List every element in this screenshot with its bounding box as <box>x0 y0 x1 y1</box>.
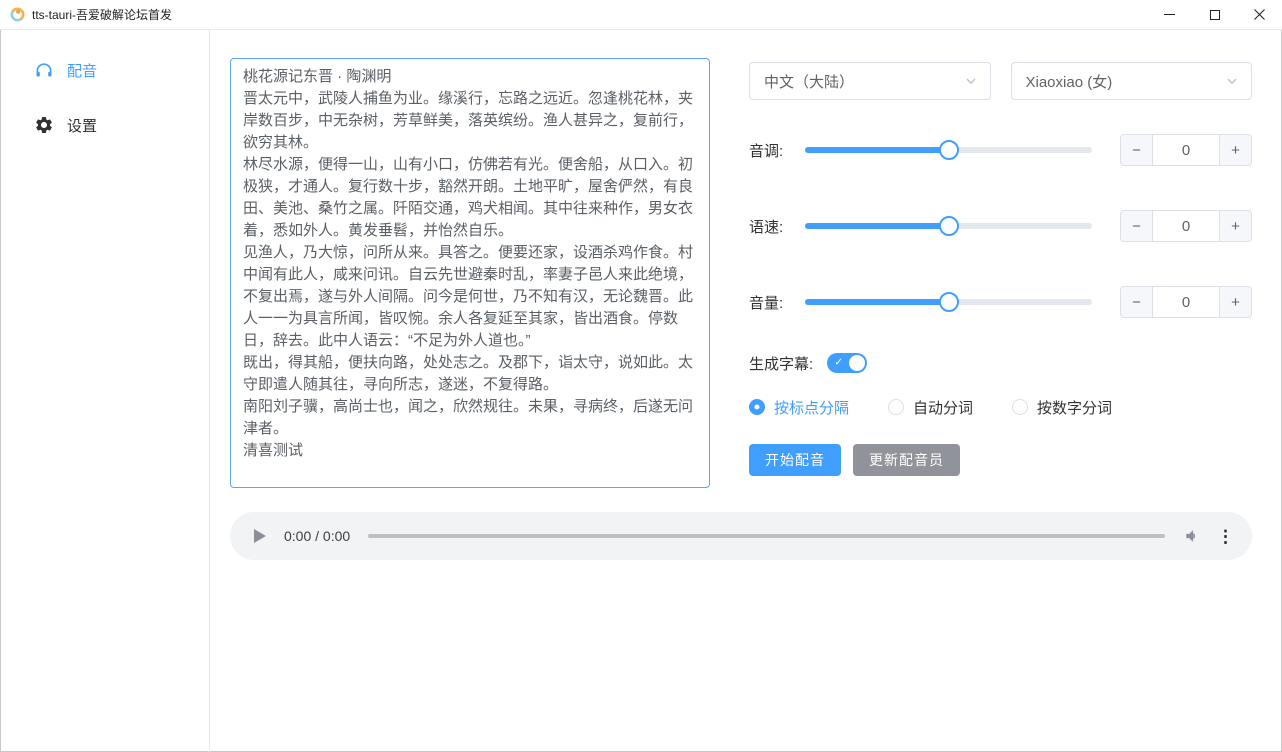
voice-controls: 中文（大陆） Xiaoxiao (女) <box>749 58 1252 488</box>
app-icon <box>10 7 25 22</box>
slider-handle[interactable] <box>939 140 959 160</box>
maximize-icon <box>1210 10 1220 20</box>
slider-handle[interactable] <box>939 292 959 312</box>
volume-button[interactable] <box>1183 526 1203 546</box>
volume-stepper: − 0 + <box>1120 286 1252 318</box>
subtitle-toggle[interactable]: ✓ <box>827 353 867 373</box>
window-controls <box>1147 0 1282 29</box>
language-select[interactable]: 中文（大陆） <box>749 62 991 100</box>
sidebar-item-settings[interactable]: 设置 <box>0 105 209 145</box>
toggle-knob <box>849 355 865 371</box>
player-timeline[interactable] <box>368 534 1165 538</box>
start-dubbing-button[interactable]: 开始配音 <box>749 444 841 476</box>
close-button[interactable] <box>1237 0 1282 29</box>
decrease-button[interactable]: − <box>1121 135 1153 165</box>
tts-text-input[interactable]: 桃花源记东晋 · 陶渊明 晋太元中，武陵人捕鱼为业。缘溪行，忘路之远近。忽逢桃花… <box>230 58 710 488</box>
action-buttons: 开始配音 更新配音员 <box>749 444 1252 476</box>
slider-handle[interactable] <box>939 216 959 236</box>
main-panel: 桃花源记东晋 · 陶渊明 晋太元中，武陵人捕鱼为业。缘溪行，忘路之远近。忽逢桃花… <box>210 30 1282 752</box>
headphones-icon <box>34 60 54 80</box>
radio-punctuation-split[interactable]: 按标点分隔 <box>749 397 849 418</box>
volume-slider[interactable] <box>805 299 1092 305</box>
update-voices-button[interactable]: 更新配音员 <box>853 444 960 476</box>
speed-slider[interactable] <box>805 223 1092 229</box>
check-icon: ✓ <box>834 357 843 368</box>
pitch-value[interactable]: 0 <box>1153 135 1219 165</box>
sidebar-item-label: 设置 <box>67 115 97 136</box>
window-title: tts-tauri-吾爱破解论坛首发 <box>32 6 172 23</box>
segmentation-options: 按标点分隔 自动分词 按数字分词 <box>749 397 1252 417</box>
pitch-slider[interactable] <box>805 147 1092 153</box>
play-button[interactable] <box>250 525 270 547</box>
chevron-down-icon <box>964 74 978 88</box>
subtitle-label: 生成字幕: <box>749 353 813 374</box>
pitch-label: 音调: <box>749 140 805 161</box>
pitch-row: 音调: − 0 + <box>749 134 1252 166</box>
sidebar-item-label: 配音 <box>67 60 97 81</box>
increase-button[interactable]: + <box>1219 135 1251 165</box>
slider-fill <box>805 147 949 153</box>
play-icon <box>254 529 266 543</box>
minimize-button[interactable] <box>1147 0 1192 29</box>
slider-fill <box>805 299 949 305</box>
volume-row: 音量: − 0 + <box>749 286 1252 318</box>
decrease-button[interactable]: − <box>1121 211 1153 241</box>
minimize-icon <box>1164 14 1175 15</box>
app-window: tts-tauri-吾爱破解论坛首发 <box>0 0 1282 752</box>
decrease-button[interactable]: − <box>1121 287 1153 317</box>
volume-value[interactable]: 0 <box>1153 287 1219 317</box>
pitch-stepper: − 0 + <box>1120 134 1252 166</box>
player-time: 0:00 / 0:00 <box>284 528 350 544</box>
radio-number-segmentation[interactable]: 按数字分词 <box>1012 397 1112 418</box>
gear-icon <box>34 115 54 135</box>
increase-button[interactable]: + <box>1219 287 1251 317</box>
sidebar-item-dubbing[interactable]: 配音 <box>0 50 209 90</box>
voice-select-value: Xiaoxiao (女) <box>1026 71 1113 92</box>
language-select-value: 中文（大陆） <box>764 71 854 92</box>
radio-icon <box>1012 399 1028 415</box>
radio-auto-segmentation[interactable]: 自动分词 <box>888 397 973 418</box>
speed-stepper: − 0 + <box>1120 210 1252 242</box>
titlebar: tts-tauri-吾爱破解论坛首发 <box>0 0 1282 30</box>
kebab-menu-icon[interactable]: ⋮ <box>1217 528 1234 545</box>
voice-select[interactable]: Xiaoxiao (女) <box>1011 62 1253 100</box>
speed-label: 语速: <box>749 216 805 237</box>
speed-value[interactable]: 0 <box>1153 211 1219 241</box>
audio-player: 0:00 / 0:00 ⋮ <box>230 512 1252 560</box>
increase-button[interactable]: + <box>1219 211 1251 241</box>
slider-fill <box>805 223 949 229</box>
chevron-down-icon <box>1225 74 1239 88</box>
close-icon <box>1254 9 1265 20</box>
subtitle-row: 生成字幕: ✓ <box>749 351 1252 375</box>
speed-row: 语速: − 0 + <box>749 210 1252 242</box>
radio-icon <box>888 399 904 415</box>
maximize-button[interactable] <box>1192 0 1237 29</box>
radio-icon <box>749 399 765 415</box>
volume-icon <box>1183 526 1203 546</box>
sidebar: 配音 设置 <box>0 30 210 752</box>
volume-label: 音量: <box>749 292 805 313</box>
